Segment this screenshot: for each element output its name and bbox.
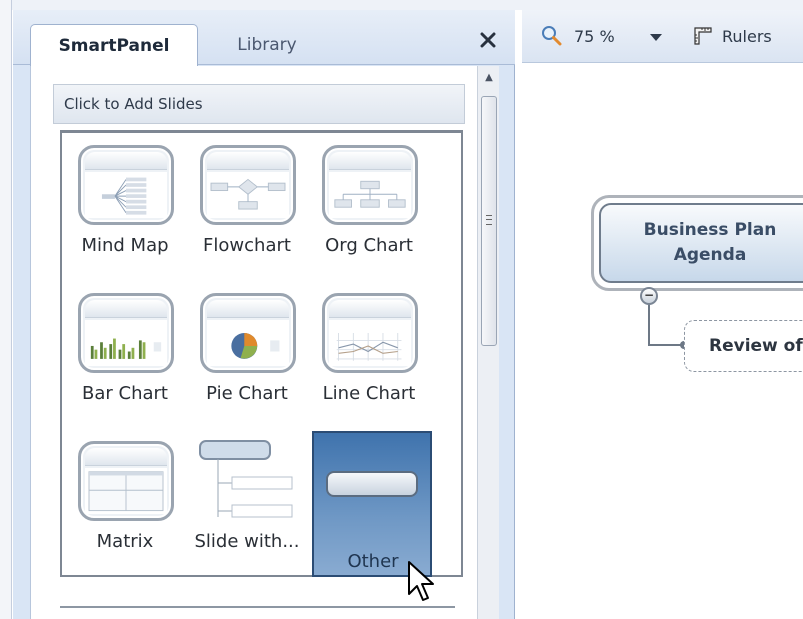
map-canvas[interactable]: Business Plan Agenda − Review of bbox=[522, 64, 803, 619]
panel-tab-bar: SmartPanel Library bbox=[13, 10, 515, 66]
flowchart-thumbnail-icon bbox=[200, 145, 296, 225]
matrix-thumbnail-icon bbox=[78, 441, 174, 521]
panel-content: Click to Add Slides Mind Map Flowchart O… bbox=[30, 66, 498, 619]
tile-other[interactable]: Other bbox=[312, 431, 432, 577]
central-topic-line1: Business Plan bbox=[643, 220, 777, 241]
tile-pie-chart[interactable]: Pie Chart bbox=[188, 285, 306, 433]
central-topic-line2: Agenda bbox=[673, 245, 747, 265]
magnifier-icon[interactable] bbox=[540, 24, 562, 46]
tile-label: Flowchart bbox=[203, 235, 291, 256]
tile-flowchart[interactable]: Flowchart bbox=[188, 137, 306, 285]
grid-bottom-divider bbox=[60, 606, 455, 608]
tile-label: Bar Chart bbox=[82, 383, 168, 404]
section-header-click-to-add-slides[interactable]: Click to Add Slides bbox=[53, 84, 465, 124]
slide-type-grid: Mind Map Flowchart Org Chart Bar Chart P… bbox=[60, 130, 463, 577]
mouse-pointer-icon bbox=[408, 561, 434, 601]
top-strip bbox=[0, 0, 803, 10]
grip-icon bbox=[486, 215, 492, 225]
rulers-toggle-label[interactable]: Rulers bbox=[722, 27, 772, 46]
close-icon bbox=[480, 32, 496, 48]
other-thumbnail-icon bbox=[326, 471, 418, 497]
mind-map-thumbnail-icon bbox=[78, 145, 174, 225]
org-chart-thumbnail-icon bbox=[322, 145, 418, 225]
tile-label: Mind Map bbox=[81, 235, 169, 256]
tile-matrix[interactable]: Matrix bbox=[66, 433, 184, 581]
pie-chart-thumbnail-icon bbox=[200, 293, 296, 373]
tile-label: Line Chart bbox=[322, 383, 416, 404]
tile-slide-with-topics[interactable]: Slide with... bbox=[188, 433, 306, 581]
tile-label: Org Chart bbox=[325, 235, 413, 256]
tile-line-chart[interactable]: Line Chart bbox=[310, 285, 428, 433]
scroll-up-arrow-icon[interactable]: ▲ bbox=[482, 72, 496, 84]
close-panel-button[interactable] bbox=[476, 28, 500, 52]
tab-smartpanel[interactable]: SmartPanel bbox=[30, 24, 198, 66]
rulers-icon[interactable] bbox=[692, 24, 714, 46]
tile-label: Matrix bbox=[96, 531, 154, 552]
central-topic[interactable]: Business Plan Agenda bbox=[599, 203, 803, 283]
tile-label: Pie Chart bbox=[206, 383, 288, 404]
tab-library[interactable]: Library bbox=[198, 24, 336, 66]
scroll-thumb[interactable] bbox=[481, 96, 497, 346]
tile-label: Slide with... bbox=[194, 531, 300, 552]
tile-mind-map[interactable]: Mind Map bbox=[66, 137, 184, 285]
left-frame-border bbox=[0, 0, 12, 619]
tile-bar-chart[interactable]: Bar Chart bbox=[66, 285, 184, 433]
chevron-down-icon[interactable] bbox=[650, 34, 662, 41]
panel-scrollbar[interactable]: ▲ bbox=[477, 66, 499, 619]
smart-panel: SmartPanel Library Click to Add Slides M… bbox=[13, 10, 515, 619]
subtopic-review[interactable]: Review of bbox=[684, 320, 803, 372]
collapse-branch-button[interactable]: − bbox=[640, 287, 658, 305]
view-toolbar: 75 % Rulers bbox=[522, 10, 803, 63]
tile-org-chart[interactable]: Org Chart bbox=[310, 137, 428, 285]
bar-chart-thumbnail-icon bbox=[78, 293, 174, 373]
slide-with-topics-thumbnail-icon bbox=[188, 433, 306, 529]
zoom-level[interactable]: 75 % bbox=[574, 27, 615, 46]
line-chart-thumbnail-icon bbox=[322, 293, 418, 373]
